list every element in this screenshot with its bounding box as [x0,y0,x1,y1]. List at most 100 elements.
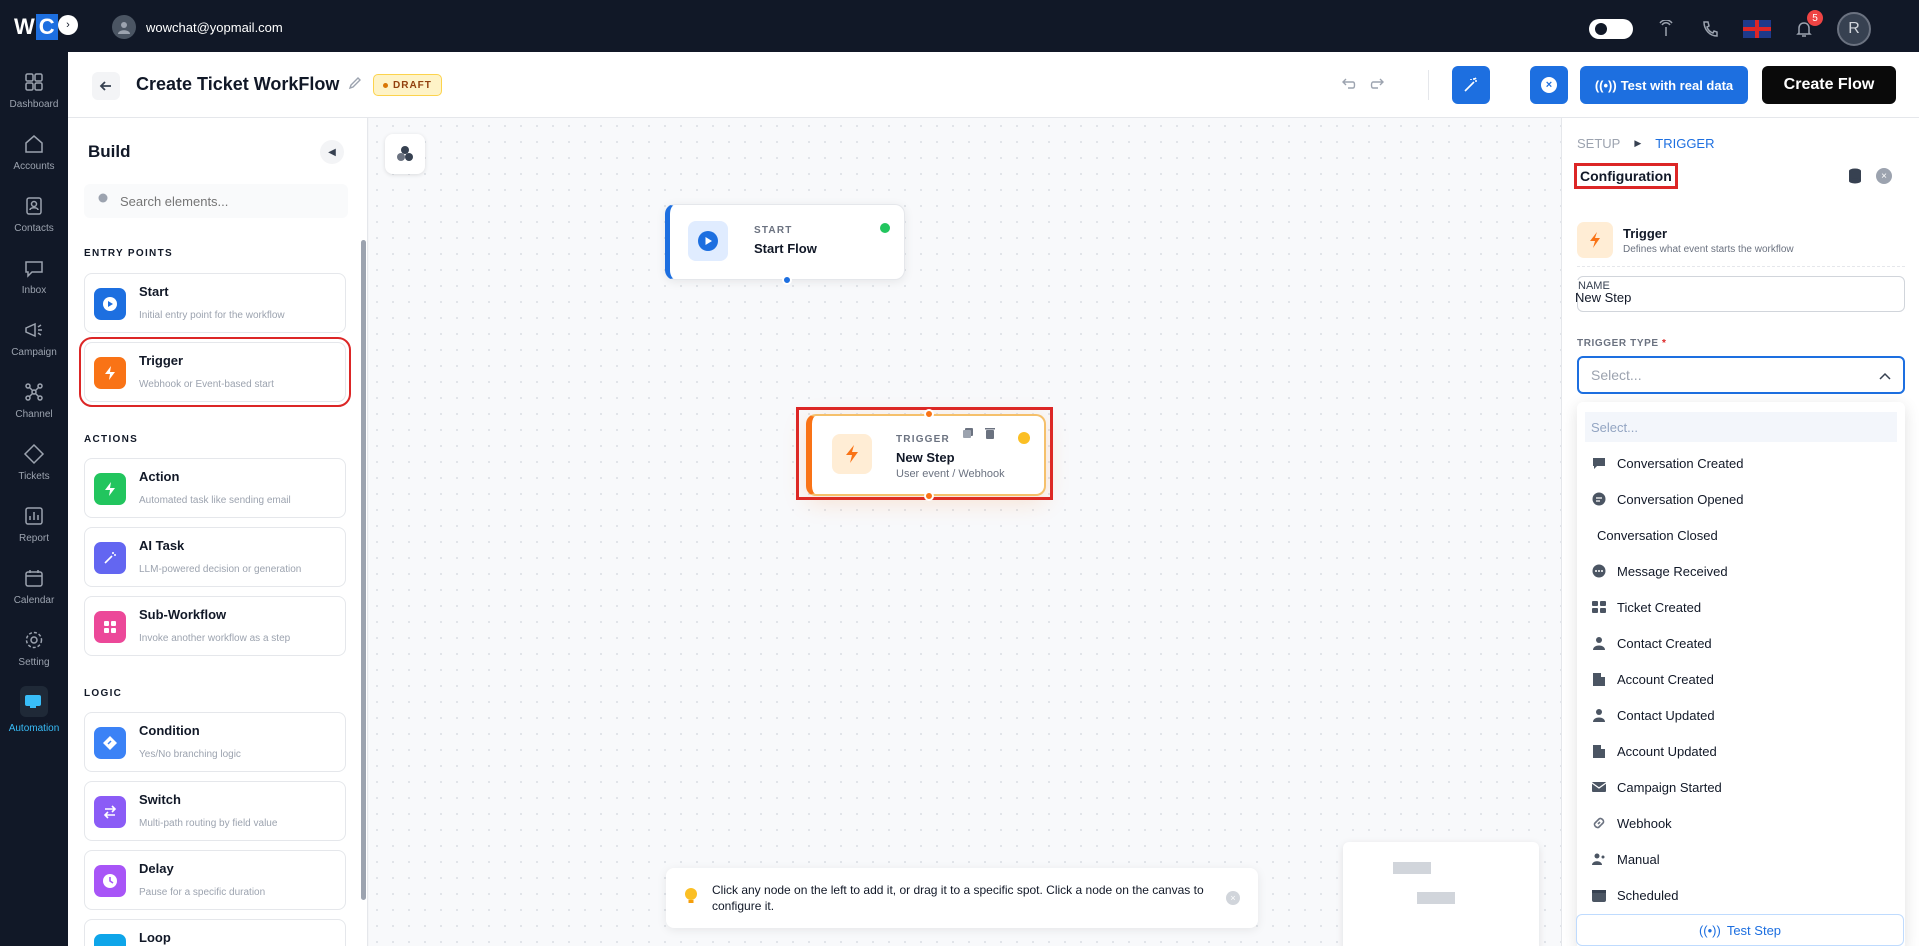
magic-wand-button[interactable] [1452,66,1490,104]
create-flow-button[interactable]: Create Flow [1762,66,1896,104]
trash-icon[interactable] [984,426,996,444]
option-conversation-created[interactable]: Conversation Created [1585,448,1897,478]
copy-icon[interactable] [962,426,974,444]
close-hint-icon[interactable]: × [1226,891,1240,905]
panel-tools: × [1848,168,1892,189]
output-handle[interactable] [924,491,934,501]
nav-automation[interactable]: Automation [0,680,68,740]
app-logo[interactable]: WC [14,14,58,40]
option-webhook[interactable]: Webhook [1585,808,1897,838]
trigger-node[interactable]: TRIGGER New Step User event / Webhook [806,409,1046,501]
nav-calendar[interactable]: Calendar [0,556,68,616]
element-action[interactable]: Action Automated task like sending email [84,458,346,518]
redo-icon[interactable] [1370,76,1386,97]
profile-avatar[interactable]: R [1837,12,1871,46]
nav-inbox[interactable]: Inbox [0,246,68,306]
mail-icon [1591,782,1607,792]
close-flow-button[interactable]: × [1530,66,1568,104]
home-icon [25,134,43,153]
draft-dot-icon [383,82,388,88]
trigger-type-select[interactable]: Select... [1577,356,1905,394]
user-chip[interactable]: wowchat@yopmail.com [112,15,283,39]
lightbulb-icon [684,887,698,910]
element-loop[interactable]: Loop [84,919,346,946]
start-node[interactable]: START Start Flow [665,204,905,285]
element-delay[interactable]: Delay Pause for a specific duration [84,850,346,910]
person-icon [1593,637,1605,650]
theme-toggle[interactable] [1589,19,1633,39]
build-title: Build [88,142,131,161]
option-scheduled[interactable]: Scheduled [1585,880,1897,910]
bell-icon[interactable]: 5 [1793,10,1823,40]
back-button[interactable] [92,72,120,100]
ticket-icon [1592,601,1606,613]
crumb-trigger[interactable]: TRIGGER [1655,136,1714,151]
config-panel: SETUP ▶ TRIGGER Configuration × Trigger … [1561,118,1919,946]
close-panel-icon[interactable]: × [1876,168,1892,184]
element-trigger[interactable]: Trigger Webhook or Event-based start [79,337,351,407]
element-sub-workflow[interactable]: Sub-Workflow Invoke another workflow as … [84,596,346,656]
element-switch[interactable]: Switch Multi-path routing by field value [84,781,346,841]
database-icon[interactable] [1848,168,1862,189]
option-contact-updated[interactable]: Contact Updated [1585,700,1897,730]
minimap-node [1417,892,1455,904]
left-nav: Dashboard Accounts Contacts Inbox Campai… [0,52,68,946]
gear-icon [25,631,43,648]
broadcast-icon: ((•)) [1594,77,1617,93]
option-campaign-started[interactable]: Campaign Started [1585,772,1897,802]
option-account-updated[interactable]: Account Updated [1585,736,1897,766]
test-real-data-button[interactable]: ((•)) Test with real data [1580,66,1748,104]
lightning-icon [832,434,872,474]
user-icon [112,15,136,39]
pencil-icon[interactable] [348,76,362,95]
megaphone-icon [25,322,42,337]
branch-icon [94,727,126,759]
nav-report[interactable]: Report [0,494,68,554]
output-handle[interactable] [782,275,792,285]
user-email: wowchat@yopmail.com [146,19,283,35]
option-contact-created[interactable]: Contact Created [1585,628,1897,658]
element-search[interactable] [84,184,348,218]
expand-nav-button[interactable]: › [58,15,78,35]
section-logic: LOGIC [84,688,123,699]
trigger-heading: Trigger [1623,225,1668,241]
nav-setting[interactable]: Setting [0,618,68,678]
nav-campaign[interactable]: Campaign [0,308,68,368]
arrow-left-icon [99,81,111,91]
undo-icon[interactable] [1340,76,1356,97]
phone-icon[interactable] [1699,18,1721,40]
trigger-info: Trigger Defines what event starts the wo… [1577,222,1905,258]
top-bar: WC › wowchat@yopmail.com 5 R [0,0,1919,52]
collapse-panel-button[interactable]: ◀ [320,140,344,164]
option-ticket-created[interactable]: Ticket Created [1585,592,1897,622]
build-scrollbar[interactable] [361,240,366,900]
node-actions [962,426,996,444]
nav-contacts[interactable]: Contacts [0,184,68,244]
switch-arrows-icon [94,796,126,828]
option-conversation-opened[interactable]: Conversation Opened [1585,484,1897,514]
element-start[interactable]: Start Initial entry point for the workfl… [84,273,346,333]
chevron-up-icon [1879,367,1891,383]
minimap[interactable] [1343,842,1539,946]
language-flag-icon[interactable] [1743,20,1771,38]
nav-dashboard[interactable]: Dashboard [0,60,68,120]
canvas-tool-button[interactable] [385,134,425,174]
nav-tickets[interactable]: Tickets [0,432,68,492]
nav-channel[interactable]: Channel [0,370,68,430]
flow-canvas[interactable]: START Start Flow TRIGGER New Step User e… [369,118,1561,946]
option-select[interactable]: Select... [1585,412,1897,442]
search-input[interactable] [120,193,320,209]
option-manual[interactable]: Manual [1585,844,1897,874]
element-ai-task[interactable]: AI Task LLM-powered decision or generati… [84,527,346,587]
name-field[interactable] [1575,290,1875,305]
option-account-created[interactable]: Account Created [1585,664,1897,694]
signal-icon[interactable] [1655,18,1677,40]
channel-icon [25,382,43,401]
nav-accounts[interactable]: Accounts [0,122,68,182]
crumb-setup[interactable]: SETUP [1577,136,1620,151]
element-condition[interactable]: Condition Yes/No branching logic [84,712,346,772]
option-conversation-closed[interactable]: Conversation Closed [1585,520,1897,550]
input-handle[interactable] [924,409,934,419]
test-step-button[interactable]: ((•)) Test Step [1576,914,1904,946]
option-message-received[interactable]: Message Received [1585,556,1897,586]
